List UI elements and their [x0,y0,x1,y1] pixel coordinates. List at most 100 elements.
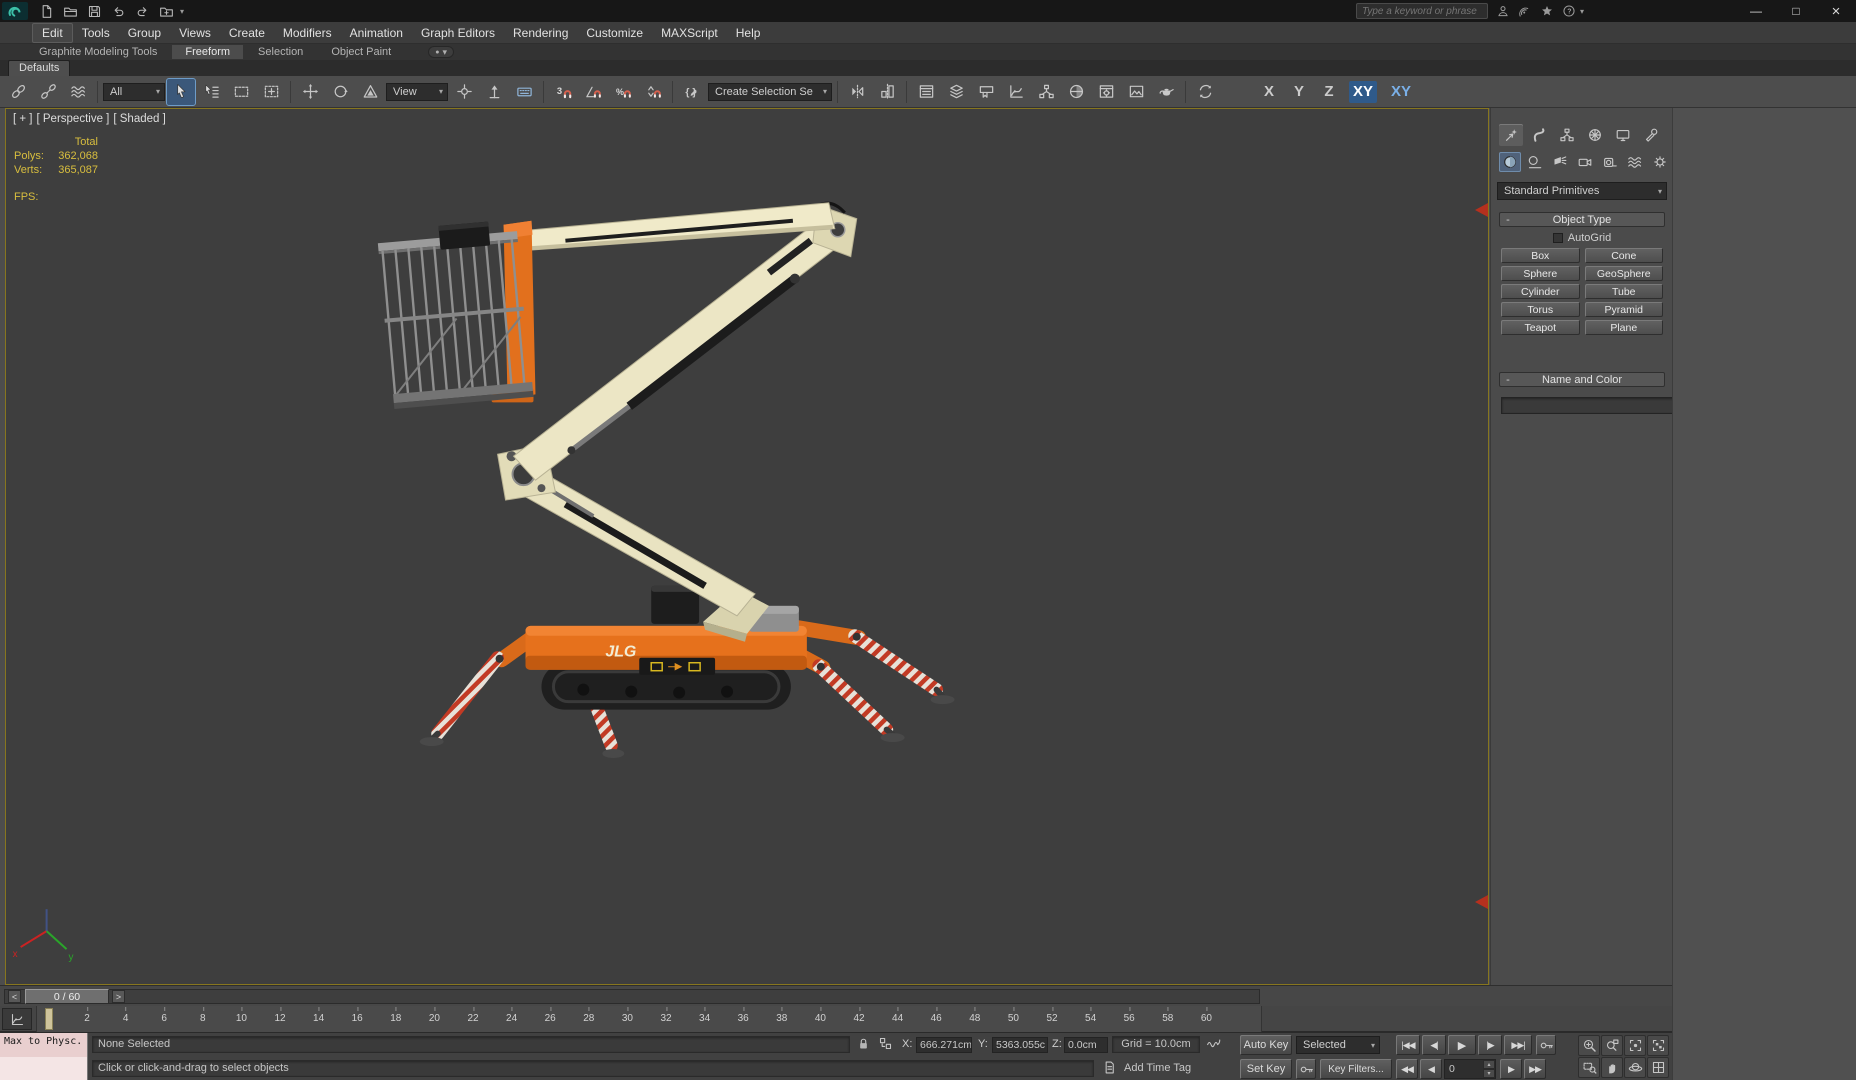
add-time-tag[interactable]: Add Time Tag [1124,1062,1191,1074]
category-systems-icon[interactable] [1649,152,1671,172]
upper-boom[interactable] [512,212,852,481]
object-type-button-tube[interactable]: Tube [1584,284,1663,299]
frame-spinner[interactable]: ▴ ▾ [1483,1060,1495,1078]
quick-access-dropdown-icon[interactable]: ▾ [180,7,184,16]
axis-constraint-z[interactable]: Z [1319,81,1339,103]
tab-display-icon[interactable] [1611,124,1635,146]
perspective-viewport[interactable]: JLG x y [+] [Perspective] [Shaded]… [5,108,1489,985]
category-lights-icon[interactable] [1549,152,1571,172]
selection-set-dropdown[interactable]: Selected ▾ [1296,1036,1380,1054]
search-field[interactable] [1356,3,1488,19]
orbit-icon[interactable] [1624,1057,1646,1078]
autogrid-checkbox[interactable] [1552,233,1563,243]
schematic-view-icon[interactable] [1032,79,1060,105]
clip-range-arrow[interactable] [1475,895,1488,909]
axis-constraint-y[interactable]: Y [1289,81,1309,103]
menu-create[interactable]: Create [220,24,274,42]
toggle-ribbon-icon[interactable] [972,79,1000,105]
tab-create-icon[interactable] [1499,124,1523,146]
sign-in-icon[interactable] [1492,1,1514,21]
open-file-icon[interactable] [58,1,82,21]
redo-icon[interactable] [130,1,154,21]
menu-views[interactable]: Views [170,24,220,42]
search-input[interactable] [1357,4,1487,18]
save-file-icon[interactable] [82,1,106,21]
maxscript-macro-recorder[interactable]: Max to Physc. [0,1033,88,1057]
spinner-snap-toggle-icon[interactable] [639,79,667,105]
menu-edit[interactable]: Edit [32,22,73,43]
spinner-up-icon[interactable]: ▴ [1483,1060,1495,1069]
set-project-folder-icon[interactable] [154,1,178,21]
angle-snap-toggle-icon[interactable] [579,79,607,105]
object-type-button-plane[interactable]: Plane [1584,320,1663,335]
select-and-scale-icon[interactable] [356,79,384,105]
object-type-button-box[interactable]: Box [1501,248,1580,263]
current-frame-marker[interactable] [45,1008,53,1030]
ribbon-tab-graphite-modeling-tools[interactable]: Graphite Modeling Tools [26,45,170,59]
select-and-rotate-icon[interactable] [326,79,354,105]
menu-rendering[interactable]: Rendering [504,24,577,42]
time-slider-handle[interactable]: 0 / 60 [25,989,109,1004]
category-helpers-icon[interactable] [1599,152,1621,172]
zoom-icon[interactable] [1578,1035,1600,1056]
tab-motion-icon[interactable] [1583,124,1607,146]
viewport-canvas[interactable]: JLG x y [6,109,1488,984]
rendered-frame-window-icon[interactable] [1122,79,1150,105]
object-name-field[interactable] [1501,396,1684,414]
app-logo-icon[interactable] [2,2,28,20]
material-editor-icon[interactable] [1062,79,1090,105]
tab-modify-icon[interactable] [1527,124,1551,146]
unlink-selection-icon[interactable] [34,79,62,105]
ribbon-tab-freeform[interactable]: Freeform [172,45,244,59]
axis-constraint-xy-flyout[interactable]: XY [1387,81,1415,103]
named-selection-sets-dropdown[interactable]: Create Selection Se ▾ [708,82,832,101]
category-shapes-icon[interactable] [1524,152,1546,172]
object-type-button-cylinder[interactable]: Cylinder [1501,284,1580,299]
menu-graph-editors[interactable]: Graph Editors [412,24,504,42]
zoom-extents-icon[interactable] [1624,1035,1646,1056]
ribbon-tab-selection[interactable]: Selection [245,45,316,59]
goto-start-button[interactable]: |◀◀ [1396,1035,1420,1055]
menu-modifiers[interactable]: Modifiers [274,24,341,42]
render-setup-icon[interactable] [1092,79,1120,105]
menu-group[interactable]: Group [119,24,170,42]
axis-constraint-xy[interactable]: XY [1349,80,1378,103]
mirror-icon[interactable] [843,79,871,105]
category-cameras-icon[interactable] [1574,152,1596,172]
spinner-down-icon[interactable]: ▾ [1483,1069,1495,1078]
help-icon[interactable] [1558,1,1580,21]
open-mini-curve-editor-icon[interactable] [2,1008,32,1030]
selection-filter-dropdown[interactable]: All ▾ [103,82,165,101]
object-type-button-cone[interactable]: Cone [1584,248,1663,263]
maxscript-mini-listener[interactable] [0,1057,88,1080]
adaptive-degradation-icon[interactable] [1206,1035,1228,1055]
communication-center-icon[interactable] [1514,1,1536,21]
align-icon[interactable] [873,79,901,105]
undo-icon[interactable] [106,1,130,21]
new-scene-icon[interactable] [34,1,58,21]
tab-utilities-icon[interactable] [1639,124,1663,146]
curve-editor-icon[interactable] [1002,79,1030,105]
play-button[interactable]: ▶ [1448,1035,1476,1055]
reference-coordinate-system-dropdown[interactable]: View ▾ [386,82,448,101]
maximize-button[interactable]: □ [1776,0,1816,22]
track-bar-ruler[interactable]: 2 4 6 8 10 12 14 16 18 20 22 24 26 28 30 32 34 36 38 40 42 44… [36,1006,1262,1032]
category-space-warps-icon[interactable] [1624,152,1646,172]
minimize-button[interactable]: — [1736,0,1776,22]
menu-customize[interactable]: Customize [577,24,652,42]
circular-arrows-icon[interactable] [1191,79,1219,105]
use-pivot-point-center-icon[interactable] [450,79,478,105]
select-and-move-icon[interactable] [296,79,324,105]
tab-hierarchy-icon[interactable] [1555,124,1579,146]
select-object-icon[interactable] [166,77,196,106]
y-coordinate-field[interactable]: 5363.055c [992,1037,1048,1053]
close-button[interactable]: × [1816,0,1856,22]
model-jlg-spider-lift[interactable]: JLG [377,201,955,759]
object-type-button-sphere[interactable]: Sphere [1501,266,1580,281]
object-type-button-geosphere[interactable]: GeoSphere [1584,266,1663,281]
tab-defaults[interactable]: Defaults [8,60,71,76]
x-coordinate-field[interactable]: 666.271cm [916,1037,972,1053]
ribbon-config-button[interactable]: ● ▾ [428,46,454,58]
keyboard-shortcut-override-icon[interactable] [510,79,538,105]
auto-key-button[interactable]: Auto Key [1240,1035,1292,1055]
